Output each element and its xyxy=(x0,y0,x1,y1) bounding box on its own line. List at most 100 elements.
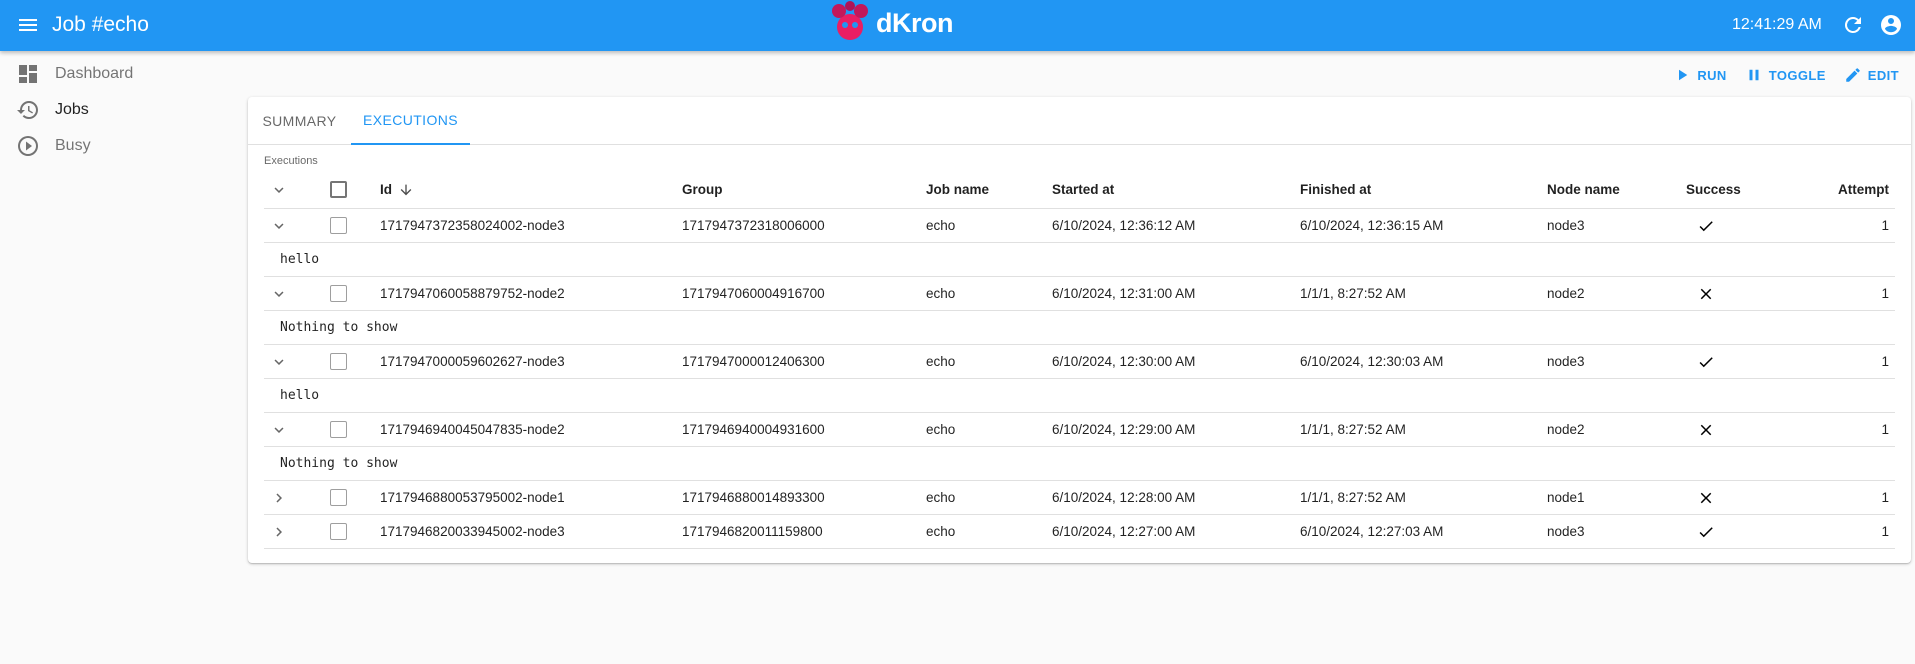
column-header-id-label: Id xyxy=(380,182,392,197)
clock: 12:41:29 AM xyxy=(1732,16,1822,33)
pencil-icon xyxy=(1846,68,1860,82)
sidebar-item-dashboard[interactable]: Dashboard xyxy=(0,56,240,92)
table-row: 1717946820033945002-node3 171794682001115… xyxy=(264,515,1895,549)
account-icon[interactable] xyxy=(1879,13,1903,37)
menu-icon[interactable] xyxy=(16,13,40,37)
close-icon xyxy=(1700,492,1712,503)
check-icon xyxy=(1699,220,1713,231)
cell-started-at: 6/10/2024, 12:28:00 AM xyxy=(1052,490,1196,505)
cell-group: 1717947372318006000 xyxy=(682,218,825,233)
sidebar-item-jobs[interactable]: Jobs xyxy=(0,92,240,128)
column-header-node-name: Node name xyxy=(1547,182,1620,197)
cell-group: 1717946880014893300 xyxy=(682,490,825,505)
table-body: 1717947372358024002-node3 171794737231800… xyxy=(264,209,1895,549)
execution-output: hello xyxy=(264,243,1895,277)
tab-executions[interactable]: EXECUTIONS xyxy=(351,97,470,145)
edit-button[interactable]: EDIT xyxy=(1842,62,1901,88)
sidebar-item-label: Dashboard xyxy=(55,65,134,82)
cell-finished-at: 1/1/1, 8:27:52 AM xyxy=(1300,286,1406,301)
cell-started-at: 6/10/2024, 12:36:12 AM xyxy=(1052,218,1196,233)
row-checkbox[interactable] xyxy=(330,353,347,370)
select-all-checkbox[interactable] xyxy=(330,181,347,198)
column-header-attempt: Attempt xyxy=(1838,182,1889,197)
cell-group: 1717946820011159800 xyxy=(682,524,823,539)
column-header-job-name: Job name xyxy=(926,182,990,197)
table-row: 1717946880053795002-node1 171794688001489… xyxy=(264,481,1895,515)
cell-finished-at: 6/10/2024, 12:30:03 AM xyxy=(1300,354,1444,369)
chevron-down-icon xyxy=(274,290,284,297)
table-row: 1717947372358024002-node3 171794737231800… xyxy=(264,209,1895,243)
page-title: Job #echo xyxy=(52,13,149,36)
row-checkbox[interactable] xyxy=(330,217,347,234)
refresh-icon[interactable] xyxy=(1841,13,1865,37)
table-header-row: Id Group Job name Started at Finished at… xyxy=(264,171,1895,209)
table-row: 1717947060058879752-node2 171794706000491… xyxy=(264,277,1895,311)
cell-attempt: 1 xyxy=(1881,422,1889,437)
run-button[interactable]: RUN xyxy=(1671,62,1728,88)
edit-label: EDIT xyxy=(1867,67,1899,83)
cell-job-name: echo xyxy=(926,218,956,233)
cell-node-name: node3 xyxy=(1547,218,1585,233)
cell-started-at: 6/10/2024, 12:31:00 AM xyxy=(1052,286,1196,301)
cell-finished-at: 1/1/1, 8:27:52 AM xyxy=(1300,422,1406,437)
cell-started-at: 6/10/2024, 12:30:00 AM xyxy=(1052,354,1196,369)
cell-job-name: echo xyxy=(926,422,956,437)
play-icon xyxy=(1679,69,1688,81)
cell-id: 1717947000059602627-node3 xyxy=(380,354,565,369)
chevron-down-icon xyxy=(274,186,284,193)
sidebar-item-label: Jobs xyxy=(55,101,89,118)
cell-node-name: node3 xyxy=(1547,354,1585,369)
cell-attempt: 1 xyxy=(1881,286,1889,301)
table-row: 1717947000059602627-node3 171794700001240… xyxy=(264,345,1895,379)
expand-row-toggle[interactable] xyxy=(270,277,288,310)
check-icon xyxy=(1699,356,1713,367)
expand-row-toggle[interactable] xyxy=(270,515,288,548)
expand-row-toggle[interactable] xyxy=(270,209,288,242)
toggle-label: TOGGLE xyxy=(1768,67,1826,83)
row-checkbox[interactable] xyxy=(330,489,347,506)
cell-group: 1717947000012406300 xyxy=(682,354,825,369)
cell-id: 1717947060058879752-node2 xyxy=(380,286,565,301)
app-bar: Job #echo dKron 12:41:29 AM xyxy=(0,0,1915,51)
executions-section-label: Executions xyxy=(264,155,318,167)
tab-summary[interactable]: SUMMARY xyxy=(248,97,351,145)
cell-node-name: node2 xyxy=(1547,422,1585,437)
row-checkbox[interactable] xyxy=(330,523,347,540)
cell-attempt: 1 xyxy=(1881,354,1889,369)
expand-row-toggle[interactable] xyxy=(270,345,288,378)
column-header-started-at: Started at xyxy=(1052,182,1115,197)
cell-node-name: node3 xyxy=(1547,524,1585,539)
cell-started-at: 6/10/2024, 12:29:00 AM xyxy=(1052,422,1196,437)
expand-all-toggle[interactable] xyxy=(270,171,288,208)
cell-job-name: echo xyxy=(926,354,956,369)
cell-job-name: echo xyxy=(926,286,956,301)
run-label: RUN xyxy=(1697,67,1727,83)
row-checkbox[interactable] xyxy=(330,421,347,438)
history-icon xyxy=(17,101,38,120)
executions-table: Id Group Job name Started at Finished at… xyxy=(264,171,1895,549)
job-actions: RUN TOGGLE EDIT xyxy=(1671,62,1901,88)
toggle-button[interactable]: TOGGLE xyxy=(1743,62,1828,88)
close-icon xyxy=(1700,424,1712,435)
cell-id: 1717946820033945002-node3 xyxy=(380,524,565,539)
column-header-finished-at: Finished at xyxy=(1300,182,1372,197)
cell-started-at: 6/10/2024, 12:27:00 AM xyxy=(1052,524,1196,539)
cell-id: 1717946940045047835-node2 xyxy=(380,422,565,437)
job-card: SUMMARY EXECUTIONS Executions Id Group J… xyxy=(248,97,1911,563)
close-icon xyxy=(1700,288,1712,299)
cell-job-name: echo xyxy=(926,490,956,505)
chevron-down-icon xyxy=(274,222,284,229)
expand-row-toggle[interactable] xyxy=(270,481,288,514)
execution-output: Nothing to show xyxy=(264,311,1895,345)
chevron-down-icon xyxy=(274,358,284,365)
tab-bar: SUMMARY EXECUTIONS xyxy=(248,97,1911,145)
logo-mark-icon xyxy=(832,1,868,40)
dkron-logo: dKron xyxy=(828,0,953,46)
expand-row-toggle[interactable] xyxy=(270,413,288,446)
cell-group: 1717946940004931600 xyxy=(682,422,825,437)
sidebar-item-busy[interactable]: Busy xyxy=(0,128,240,164)
column-header-success: Success xyxy=(1686,182,1741,197)
column-header-id[interactable]: Id xyxy=(380,171,414,208)
cell-node-name: node2 xyxy=(1547,286,1585,301)
row-checkbox[interactable] xyxy=(330,285,347,302)
